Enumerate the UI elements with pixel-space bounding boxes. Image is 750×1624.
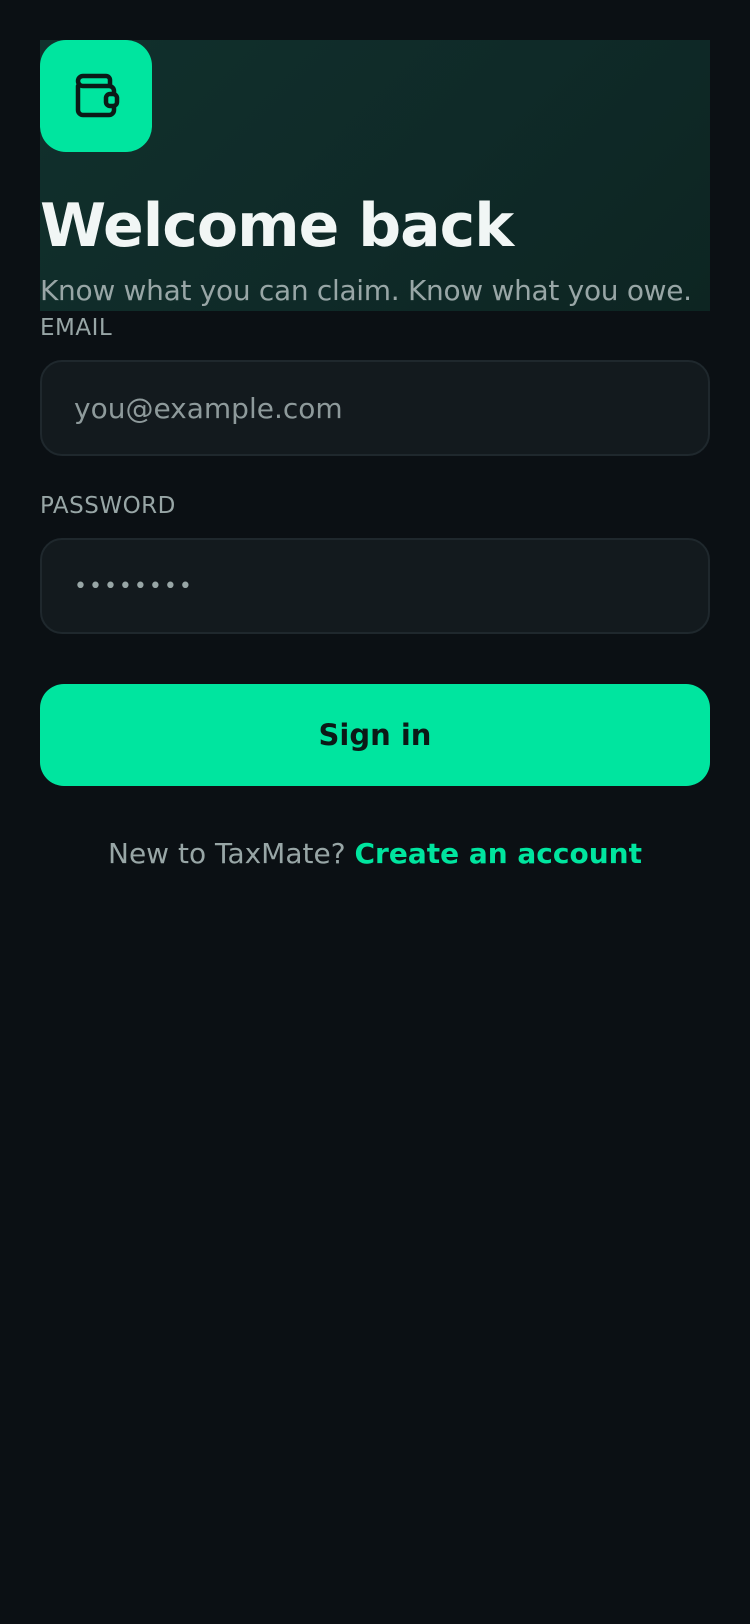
signup-prompt-row: New to TaxMate? Create an account — [0, 834, 750, 874]
email-label: EMAIL — [40, 315, 113, 341]
app-logo — [40, 40, 152, 152]
password-label: PASSWORD — [40, 493, 176, 519]
page-subtitle: Know what you can claim. Know what you o… — [40, 274, 692, 307]
signup-prompt-text: New to TaxMate? — [108, 837, 346, 870]
login-screen: Welcome back Know what you can claim. Kn… — [0, 0, 750, 1624]
email-field[interactable] — [40, 360, 710, 456]
wallet-icon — [71, 72, 121, 120]
password-field[interactable] — [40, 538, 710, 634]
page-title: Welcome back — [40, 191, 514, 261]
create-account-link[interactable]: Create an account — [354, 837, 642, 870]
sign-in-button[interactable]: Sign in — [40, 684, 710, 786]
